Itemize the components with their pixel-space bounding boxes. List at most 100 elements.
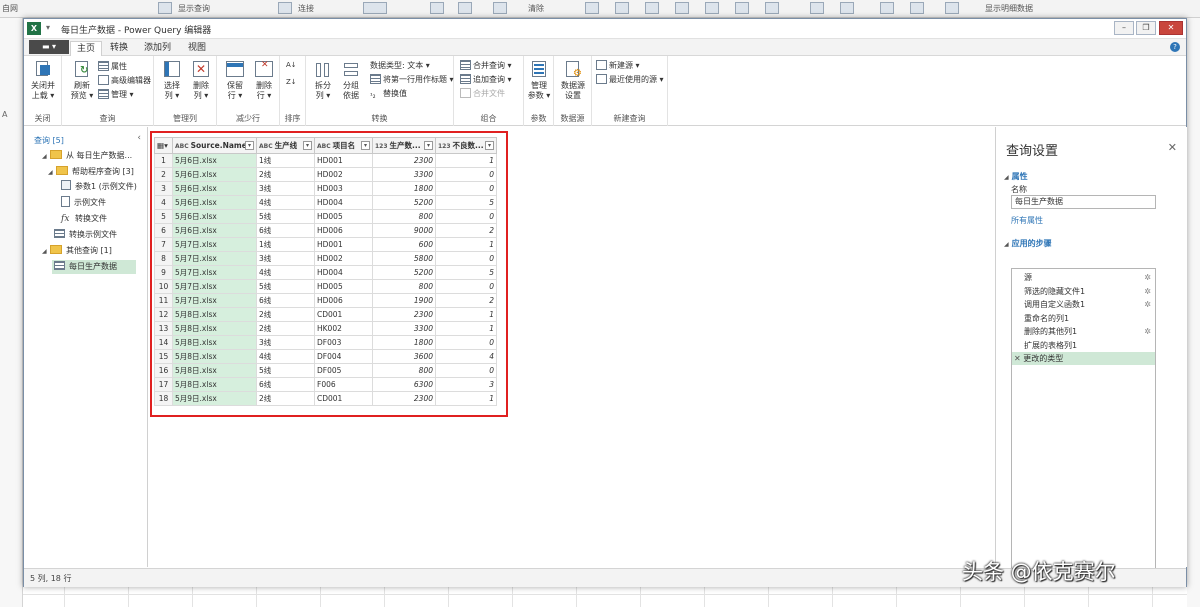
table-cell[interactable]: DF004	[314, 349, 373, 364]
table-cell[interactable]: 0	[435, 363, 497, 378]
replace-values-button[interactable]: ¹₂ 替换值	[370, 87, 407, 100]
type-number-icon[interactable]: 123	[375, 143, 388, 150]
recent-sources-button[interactable]: 最近使用的源 ▾	[596, 73, 664, 86]
type-number-icon[interactable]: 123	[438, 143, 451, 150]
sort-ascending-icon[interactable]: A↓	[286, 59, 297, 72]
table-cell[interactable]: HD006	[314, 223, 373, 238]
table-cell[interactable]: 4线	[256, 195, 315, 210]
minimize-button[interactable]: –	[1114, 21, 1134, 35]
sort-descending-icon[interactable]: Z↓	[286, 76, 297, 89]
table-row[interactable]: 13 5月8日.xlsx 2线 HK002 3300 1	[154, 321, 497, 336]
table-cell[interactable]: 5月6日.xlsx	[172, 167, 257, 182]
table-cell[interactable]: CD001	[314, 307, 373, 322]
table-cell[interactable]: HD002	[314, 167, 373, 182]
table-row[interactable]: 9 5月7日.xlsx 4线 HD004 5200 5	[154, 265, 497, 280]
table-row[interactable]: 1 5月6日.xlsx 1线 HD001 2300 1	[154, 153, 497, 168]
table-cell[interactable]: 0	[435, 209, 497, 224]
step-settings-icon[interactable]: ✲	[1144, 325, 1151, 338]
applied-step[interactable]: 源 ✲	[1012, 271, 1155, 284]
table-cell[interactable]: 2300	[372, 153, 436, 168]
manage-parameters-button[interactable]: 管理 参数 ▾	[522, 59, 556, 107]
properties-section-header[interactable]: ◢ 属性	[1004, 171, 1028, 182]
table-row[interactable]: 14 5月8日.xlsx 3线 DF003 1800 0	[154, 335, 497, 350]
help-icon[interactable]: ?	[1170, 42, 1180, 52]
filter-dropdown-icon[interactable]: ▾	[245, 141, 254, 150]
table-cell[interactable]: 3线	[256, 335, 315, 350]
table-cell[interactable]: 1	[435, 307, 497, 322]
type-text-icon[interactable]: ABC	[175, 143, 189, 150]
table-cell[interactable]: 5月7日.xlsx	[172, 251, 257, 266]
table-cell[interactable]: 6线	[256, 377, 315, 392]
table-cell[interactable]: 5线	[256, 209, 315, 224]
table-cell[interactable]: 0	[435, 167, 497, 182]
manage-button[interactable]: 管理 ▾	[98, 88, 134, 101]
table-cell[interactable]: 2线	[256, 321, 315, 336]
table-cell[interactable]: 1	[435, 153, 497, 168]
tab-add-column[interactable]: 添加列	[138, 41, 177, 56]
table-cell[interactable]: 4	[435, 349, 497, 364]
table-cell[interactable]: 5	[435, 195, 497, 210]
column-header[interactable]: 123 不良数... ▾	[435, 137, 497, 154]
filter-dropdown-icon[interactable]: ▾	[424, 141, 433, 150]
table-cell[interactable]: 0	[435, 335, 497, 350]
table-row[interactable]: 18 5月9日.xlsx 2线 CD001 2300 1	[154, 391, 497, 406]
maximize-button[interactable]: ❐	[1136, 21, 1156, 35]
remove-rows-button[interactable]: ✕ 删除 行 ▾	[247, 59, 281, 107]
table-cell[interactable]: 3	[435, 377, 497, 392]
table-cell[interactable]: 0	[435, 279, 497, 294]
table-cell[interactable]: 1	[435, 237, 497, 252]
filter-dropdown-icon[interactable]: ▾	[303, 141, 312, 150]
type-text-icon[interactable]: ABC	[259, 143, 273, 150]
table-cell[interactable]: 5线	[256, 363, 315, 378]
table-cell[interactable]: 5200	[372, 195, 436, 210]
helper-queries-folder[interactable]: ◢ 帮助程序查询 [3]	[48, 165, 134, 179]
table-row[interactable]: 15 5月8日.xlsx 4线 DF004 3600 4	[154, 349, 497, 364]
table-cell[interactable]: 1	[435, 321, 497, 336]
advanced-editor-button[interactable]: 高级编辑器	[98, 74, 151, 87]
table-cell[interactable]: 2	[435, 293, 497, 308]
data-source-settings-button[interactable]: ⚙ 数据源 设置	[556, 59, 590, 107]
quick-access-dropdown[interactable]: ▾	[46, 23, 50, 32]
step-settings-icon[interactable]: ✲	[1144, 271, 1151, 284]
table-row[interactable]: 7 5月7日.xlsx 1线 HD001 600 1	[154, 237, 497, 252]
table-cell[interactable]: 1800	[372, 181, 436, 196]
merge-queries-button[interactable]: 合并查询 ▾	[460, 59, 512, 72]
table-cell[interactable]: HK002	[314, 321, 373, 336]
delete-step-icon[interactable]: ✕	[1014, 354, 1023, 363]
table-cell[interactable]: 2	[435, 223, 497, 238]
table-row[interactable]: 5 5月6日.xlsx 5线 HD005 800 0	[154, 209, 497, 224]
applied-steps-header[interactable]: ◢ 应用的步骤	[1004, 238, 1052, 249]
table-cell[interactable]: 5月8日.xlsx	[172, 349, 257, 364]
properties-button[interactable]: 属性	[98, 60, 127, 73]
table-cell[interactable]: F006	[314, 377, 373, 392]
table-cell[interactable]: 0	[435, 251, 497, 266]
table-cell[interactable]: 9000	[372, 223, 436, 238]
table-row[interactable]: 4 5月6日.xlsx 4线 HD004 5200 5	[154, 195, 497, 210]
table-cell[interactable]: 5月8日.xlsx	[172, 335, 257, 350]
table-cell[interactable]: 0	[435, 181, 497, 196]
table-cell[interactable]: DF005	[314, 363, 373, 378]
table-cell[interactable]: 5月6日.xlsx	[172, 223, 257, 238]
table-cell[interactable]: 4线	[256, 265, 315, 280]
tab-transform[interactable]: 转换	[104, 41, 134, 56]
table-cell[interactable]: 6线	[256, 223, 315, 238]
table-row[interactable]: 8 5月7日.xlsx 3线 HD002 5800 0	[154, 251, 497, 266]
table-cell[interactable]: 5月8日.xlsx	[172, 377, 257, 392]
table-cell[interactable]: 6线	[256, 293, 315, 308]
table-cell[interactable]: HD004	[314, 265, 373, 280]
table-cell[interactable]: 800	[372, 363, 436, 378]
table-cell[interactable]: 1	[435, 391, 497, 406]
table-row[interactable]: 6 5月6日.xlsx 6线 HD006 9000 2	[154, 223, 497, 238]
group-by-button[interactable]: 分组 依据	[334, 59, 368, 107]
table-cell[interactable]: 1线	[256, 237, 315, 252]
table-row[interactable]: 17 5月8日.xlsx 6线 F006 6300 3	[154, 377, 497, 392]
combine-files-button[interactable]: 合并文件	[460, 87, 505, 100]
applied-step[interactable]: 删除的其他列1 ✲	[1012, 325, 1155, 338]
table-cell[interactable]: HD005	[314, 209, 373, 224]
table-cell[interactable]: HD006	[314, 293, 373, 308]
table-cell[interactable]: 3300	[372, 167, 436, 182]
append-queries-button[interactable]: 追加查询 ▾	[460, 73, 512, 86]
column-header[interactable]: ABC Source.Name ▾	[172, 137, 257, 154]
query-item-sample-file[interactable]: 示例文件	[61, 196, 106, 210]
table-cell[interactable]: 5月6日.xlsx	[172, 195, 257, 210]
